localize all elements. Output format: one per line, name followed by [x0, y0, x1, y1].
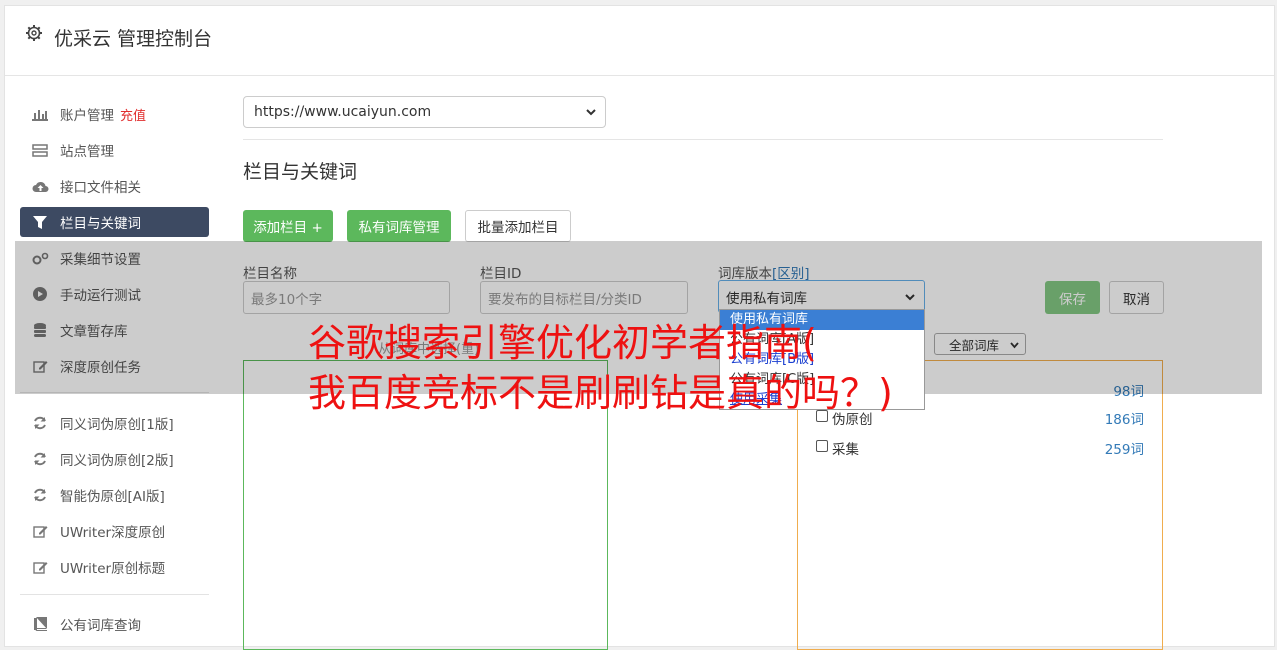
edit-icon — [31, 524, 49, 538]
sidebar-item-columns[interactable]: 栏目与关键词 — [20, 207, 209, 237]
refresh-icon — [31, 488, 49, 502]
sidebar-item-ai-rewrite[interactable]: 智能伪原创[AI版] — [20, 480, 209, 510]
lib-checkbox[interactable] — [816, 440, 828, 452]
sidebar-item-synonym-v2[interactable]: 同义词伪原创[2版] — [20, 444, 209, 474]
overlay-caption-line2: 我百度竞标不是刷刷钻是真的吗？) — [308, 371, 893, 415]
sidebar-item-account[interactable]: 账户管理 充值 — [20, 99, 209, 129]
site-select[interactable]: https://www.ucaiyun.com — [243, 96, 606, 128]
page-title: 优采云 管理控制台 — [54, 28, 213, 50]
chevron-down-icon — [585, 106, 597, 122]
sidebar-item-synonym-v1[interactable]: 同义词伪原创[1版] — [20, 408, 209, 438]
sidebar-item-label: 账户管理 — [60, 108, 114, 124]
batch-add-button[interactable]: 批量添加栏目 — [465, 210, 571, 242]
filter-icon — [31, 215, 49, 229]
sidebar-item-label: UWriter原创标题 — [60, 561, 166, 577]
recharge-link[interactable]: 充值 — [120, 105, 146, 124]
site-select-value: https://www.ucaiyun.com — [254, 104, 432, 120]
page-header: 优采云 管理控制台 — [5, 6, 1274, 76]
sidebar-divider — [20, 594, 209, 595]
lib-count: 259词 — [1104, 442, 1144, 458]
overlay-caption-line1: 谷歌搜索引擎优化初学者指南( — [308, 321, 817, 365]
lib-name: 采集 — [832, 442, 859, 458]
sidebar-item-label: 接口文件相关 — [60, 180, 141, 196]
list-item[interactable]: 采集 259词 — [798, 436, 1162, 458]
section-divider — [243, 139, 1163, 140]
gear-icon — [25, 24, 43, 46]
section-title: 栏目与关键词 — [243, 161, 358, 183]
refresh-icon — [31, 416, 49, 430]
sidebar-item-public-lib[interactable]: 公有词库查询 — [20, 609, 209, 639]
private-lib-button[interactable]: 私有词库管理 — [347, 210, 451, 242]
refresh-icon — [31, 452, 49, 466]
edit-icon — [31, 560, 49, 574]
sidebar-item-label: 同义词伪原创[2版] — [60, 453, 174, 469]
cloud-upload-icon — [31, 179, 49, 193]
sidebar-item-label: 公有词库查询 — [60, 618, 141, 634]
sidebar-item-uwriter-deep[interactable]: UWriter深度原创 — [20, 516, 209, 546]
lib-count: 186词 — [1104, 412, 1144, 428]
server-icon — [31, 143, 49, 157]
sidebar-item-label: 智能伪原创[AI版] — [60, 489, 165, 505]
sidebar-item-sites[interactable]: 站点管理 — [20, 135, 209, 165]
sidebar-item-label: 同义词伪原创[1版] — [60, 417, 174, 433]
sidebar-item-interface[interactable]: 接口文件相关 — [20, 171, 209, 201]
overlay-caption: 谷歌搜索引擎优化初学者指南( 我百度竞标不是刷刷钻是真的吗？) — [308, 318, 893, 418]
sidebar-item-label: 站点管理 — [60, 144, 114, 160]
sidebar-item-label: UWriter深度原创 — [60, 525, 166, 541]
sidebar-item-label: 栏目与关键词 — [60, 216, 141, 232]
sidebar-item-uwriter-title[interactable]: UWriter原创标题 — [20, 552, 209, 582]
bar-chart-icon — [31, 107, 49, 121]
add-column-button[interactable]: 添加栏目 + — [243, 210, 333, 242]
book-icon — [31, 617, 49, 631]
